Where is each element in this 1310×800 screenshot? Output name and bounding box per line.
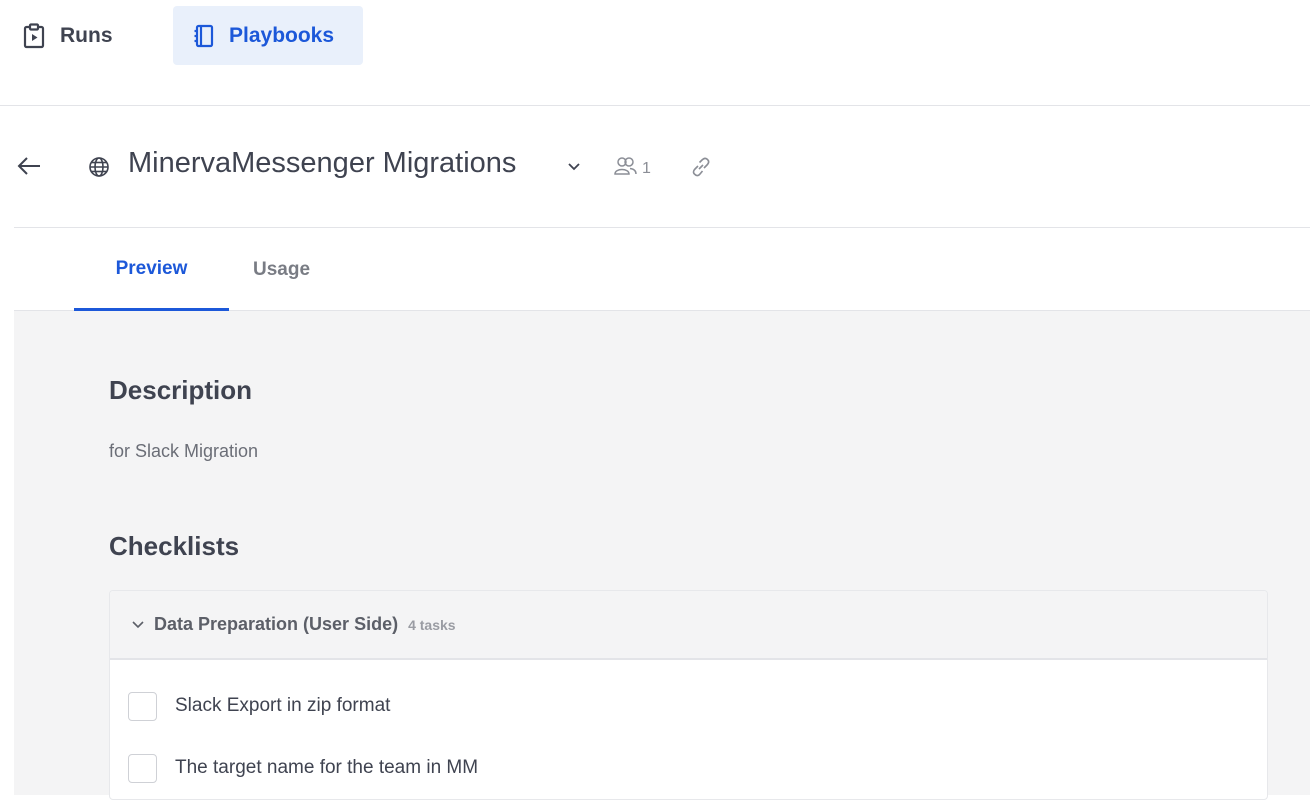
chevron-down-icon [132,616,144,634]
checklist-header[interactable]: Data Preparation (User Side) 4 tasks [110,591,1267,660]
members-button[interactable]: 1 [614,156,651,181]
playbook-title[interactable]: MinervaMessenger Migrations [128,147,516,180]
nav-runs-label: Runs [60,23,113,47]
checklist-item: The target name for the team in MM [128,753,478,783]
users-icon [614,156,638,181]
item-checkbox[interactable] [128,753,157,783]
description-text: for Slack Migration [109,441,259,461]
checklists-heading: Checklists [109,531,240,561]
member-count: 1 [642,159,651,177]
top-navigation: Runs Playbooks [0,0,1310,106]
playbook-header: MinervaMessenger Migrations 1 [14,107,1310,228]
item-label: Slack Export in zip format [175,695,391,716]
description-heading: Description [109,375,253,405]
runs-icon [22,22,46,49]
playbooks-icon [193,24,215,48]
link-icon[interactable] [690,156,712,183]
checklist-item: Slack Export in zip format [128,691,390,721]
nav-playbooks-label: Playbooks [229,23,335,47]
globe-icon [88,156,110,183]
chevron-down-icon[interactable] [567,159,581,177]
checklist-task-count: 4 tasks [408,616,456,633]
checklist-card: Data Preparation (User Side) 4 tasks Sla… [109,590,1268,800]
item-checkbox[interactable] [128,691,157,721]
nav-runs[interactable]: Runs [0,6,135,65]
tab-preview[interactable]: Preview [74,229,229,311]
preview-content: Description for Slack Migration Checklis… [14,311,1310,800]
tab-usage[interactable]: Usage [229,229,334,311]
back-arrow-icon[interactable] [16,155,42,182]
tab-bar: Preview Usage [14,229,1310,311]
checklist-title: Data Preparation (User Side) [154,614,399,634]
nav-playbooks[interactable]: Playbooks [173,6,363,65]
item-label: The target name for the team in MM [175,757,479,778]
